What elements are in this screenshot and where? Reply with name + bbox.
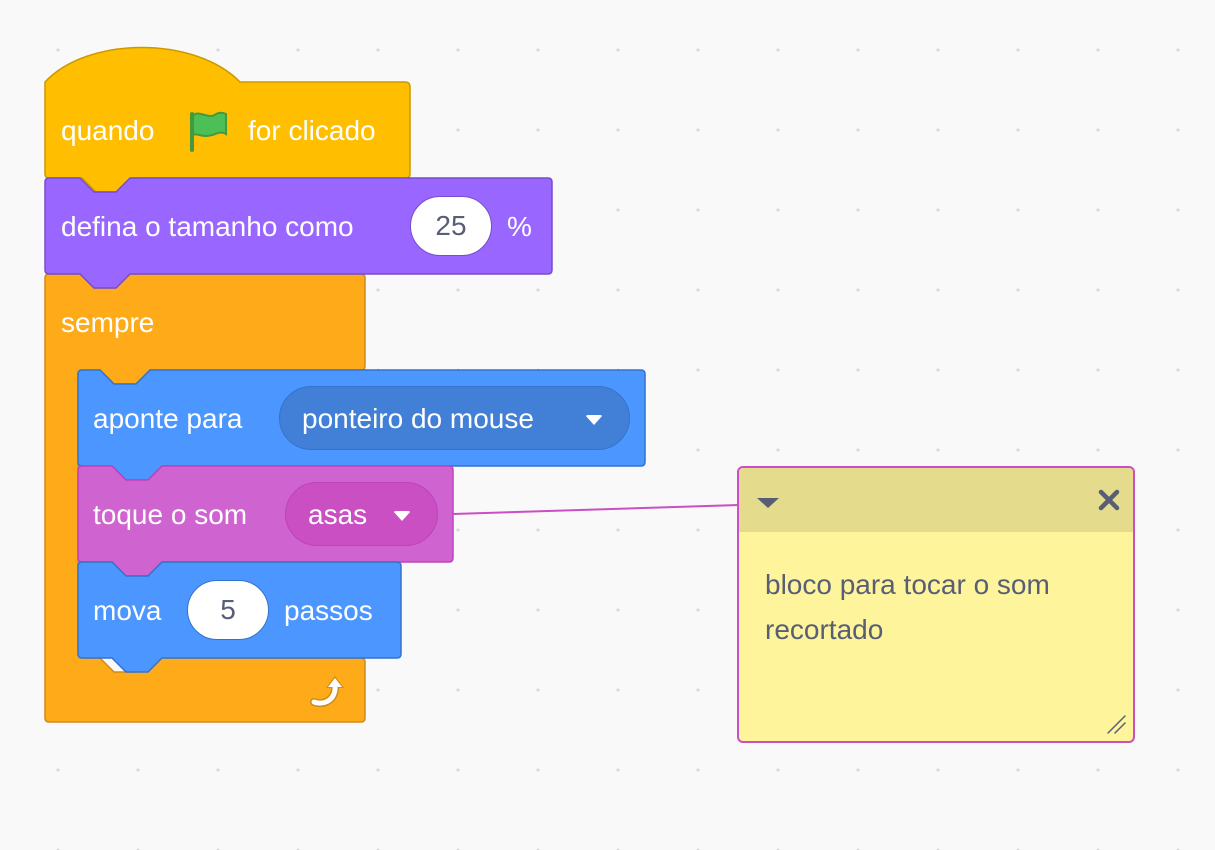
comment-header[interactable]: [739, 468, 1133, 532]
hat-label-clicked: for clicado: [248, 115, 376, 146]
percent-unit-label: %: [507, 211, 532, 242]
chevron-down-icon: [393, 511, 411, 521]
hat-label-when: quando: [61, 115, 155, 146]
sound-dropdown[interactable]: asas: [285, 482, 438, 546]
chevron-down-icon: [585, 415, 603, 425]
sound-value: asas: [308, 499, 368, 530]
play-sound-label: toque o som: [93, 499, 248, 530]
comment-text[interactable]: bloco para tocar o som recortado: [765, 562, 1115, 652]
caret-down-icon[interactable]: [757, 498, 779, 508]
repeat-arrow-icon: [310, 676, 344, 708]
green-flag-icon: [190, 111, 227, 152]
point-target-value: ponteiro do mouse: [302, 403, 534, 434]
resize-handle-icon[interactable]: [1105, 713, 1127, 735]
block-comment[interactable]: bloco para tocar o som recortado: [737, 466, 1135, 743]
close-icon[interactable]: [1097, 488, 1121, 512]
set-size-label: defina o tamanho como: [61, 211, 354, 242]
point-target-dropdown[interactable]: ponteiro do mouse: [279, 386, 630, 450]
forever-label: sempre: [61, 307, 155, 338]
size-value-input[interactable]: 25: [410, 196, 492, 256]
point-towards-label: aponte para: [93, 403, 243, 434]
steps-value-input[interactable]: 5: [187, 580, 269, 640]
move-label: mova: [93, 595, 162, 626]
scripts-workspace[interactable]: quando for clicado defina o tamanho como…: [0, 0, 1215, 850]
steps-unit-label: passos: [284, 595, 373, 626]
